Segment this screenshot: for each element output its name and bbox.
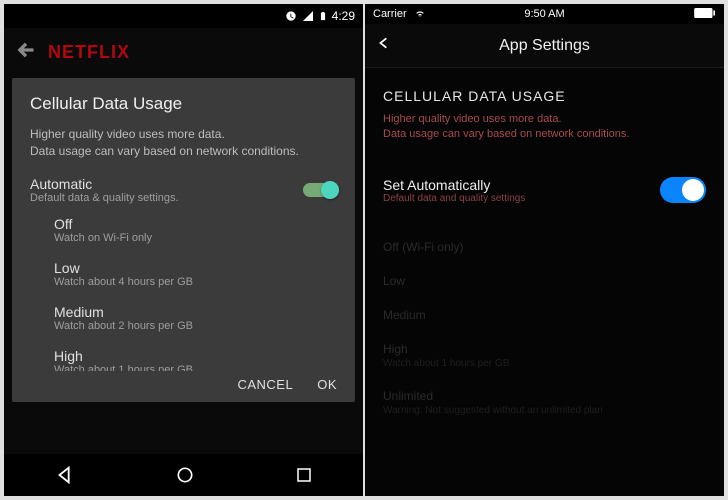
- section-info: Higher quality video uses more data. Dat…: [383, 112, 706, 143]
- automatic-row[interactable]: Automatic Default data & quality setting…: [30, 176, 337, 204]
- dialog-title: Cellular Data Usage: [30, 94, 337, 114]
- cancel-button[interactable]: CANCEL: [237, 377, 293, 392]
- quality-options: Off Watch on Wi-Fi only Low Watch about …: [30, 216, 337, 371]
- set-automatically-row[interactable]: Set Automatically Default data and quali…: [383, 169, 706, 212]
- ios-header: App Settings: [365, 24, 724, 68]
- wifi-icon: [414, 10, 426, 19]
- automatic-label: Automatic: [30, 176, 179, 192]
- ios-body: CELLULAR DATA USAGE Higher quality video…: [365, 68, 724, 496]
- ios-options: Off (Wi-Fi only) Low Medium High Watch a…: [383, 230, 706, 426]
- ios-option-low[interactable]: Low: [383, 264, 706, 298]
- nav-home-icon[interactable]: [175, 465, 195, 485]
- android-phone: 4:29 NETFLIX CHA E Cellular Data Usage H…: [4, 4, 363, 496]
- ios-option-unlimited[interactable]: Unlimited Warning: Not suggested without…: [383, 379, 706, 426]
- automatic-switch[interactable]: [303, 183, 337, 197]
- back-icon[interactable]: [16, 40, 36, 65]
- alarm-icon: [284, 9, 298, 23]
- netflix-header: NETFLIX: [4, 28, 363, 76]
- ios-option-off[interactable]: Off (Wi-Fi only): [383, 230, 706, 264]
- option-off[interactable]: Off Watch on Wi-Fi only: [54, 216, 337, 244]
- nav-recent-icon[interactable]: [295, 466, 313, 484]
- android-body: CHA E Cellular Data Usage Higher quality…: [4, 76, 363, 454]
- status-time: 4:29: [332, 9, 355, 23]
- battery-icon: [694, 8, 716, 21]
- ios-option-medium[interactable]: Medium: [383, 298, 706, 332]
- section-title: CELLULAR DATA USAGE: [383, 88, 706, 104]
- set-auto-label: Set Automatically: [383, 177, 525, 193]
- dialog-info: Higher quality video uses more data. Dat…: [30, 126, 337, 160]
- carrier-label: Carrier: [373, 8, 426, 20]
- back-chevron-icon[interactable]: [365, 33, 403, 58]
- cellular-data-dialog: Cellular Data Usage Higher quality video…: [12, 78, 355, 402]
- option-high[interactable]: High Watch about 1 hours per GB: [54, 348, 337, 371]
- ios-phone: Carrier 9:50 AM App Settings CELLULAR DA…: [365, 4, 724, 496]
- option-low[interactable]: Low Watch about 4 hours per GB: [54, 260, 337, 288]
- nav-back-icon[interactable]: [54, 464, 76, 486]
- android-status-bar: 4:29: [4, 4, 363, 28]
- page-title: App Settings: [499, 37, 590, 55]
- dialog-actions: CANCEL OK: [30, 371, 337, 392]
- netflix-brand: NETFLIX: [48, 42, 130, 63]
- ios-option-high[interactable]: High Watch about 1 hours per GB: [383, 332, 706, 379]
- battery-icon: [318, 9, 328, 23]
- signal-icon: [302, 10, 314, 22]
- automatic-sub: Default data & quality settings.: [30, 192, 179, 204]
- set-auto-sub: Default data and quality settings: [383, 193, 525, 204]
- option-medium[interactable]: Medium Watch about 2 hours per GB: [54, 304, 337, 332]
- android-nav-bar: [4, 454, 363, 496]
- status-time: 9:50 AM: [524, 8, 564, 20]
- ios-status-bar: Carrier 9:50 AM: [365, 4, 724, 24]
- set-auto-switch[interactable]: [660, 177, 706, 203]
- ok-button[interactable]: OK: [317, 377, 337, 392]
